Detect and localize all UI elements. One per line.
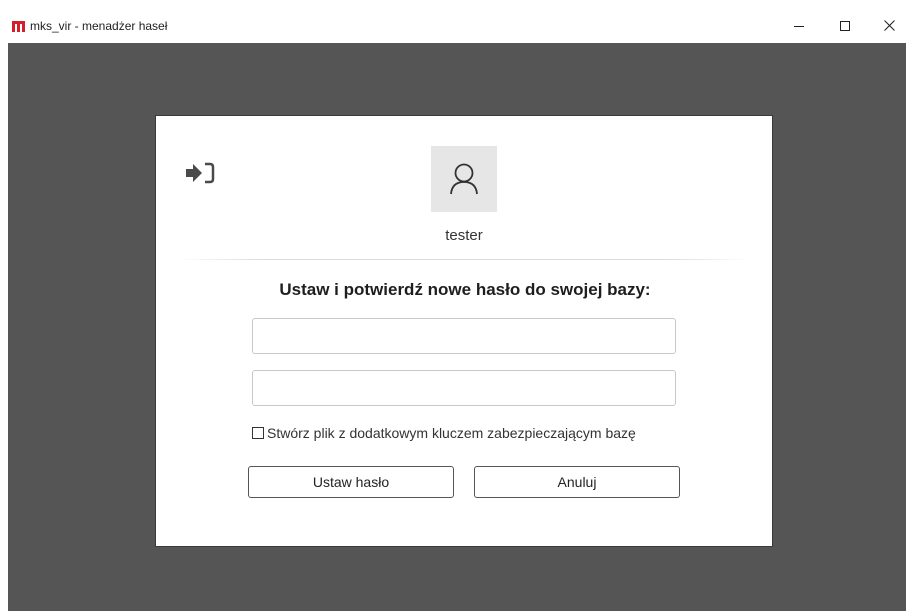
set-password-dialog: tester Ustaw i potwierdź nowe hasło do s… — [155, 115, 773, 547]
keyfile-option[interactable]: Stwórz plik z dodatkowym kluczem zabezpi… — [252, 424, 636, 442]
keyfile-checkbox[interactable] — [252, 427, 264, 439]
confirm-password-input[interactable] — [252, 370, 676, 406]
set-password-button[interactable]: Ustaw hasło — [248, 466, 454, 498]
cancel-button[interactable]: Anuluj — [474, 466, 680, 498]
maximize-icon — [840, 20, 850, 31]
maximize-button[interactable] — [822, 10, 868, 41]
username-label: tester — [445, 227, 483, 244]
minimize-icon — [794, 25, 804, 27]
new-password-input[interactable] — [252, 318, 676, 354]
title-bar[interactable]: mks_vir - menadżer haseł — [8, 10, 906, 43]
user-icon — [450, 163, 478, 195]
close-icon — [883, 20, 895, 31]
app-window: mks_vir - menadżer haseł tester Ustaw i … — [8, 10, 906, 611]
minimize-button[interactable] — [776, 10, 822, 41]
keyfile-checkbox-label[interactable]: Stwórz plik z dodatkowym kluczem zabezpi… — [267, 425, 636, 441]
divider — [176, 259, 752, 260]
avatar — [431, 146, 497, 212]
sign-in-icon — [186, 162, 215, 184]
dialog-heading: Ustaw i potwierdź nowe hasło do swojej b… — [279, 280, 651, 299]
window-client-area: tester Ustaw i potwierdź nowe hasło do s… — [8, 43, 906, 611]
close-button[interactable] — [866, 10, 906, 41]
window-title: mks_vir - menadżer haseł — [30, 19, 168, 33]
mks-logo-icon — [12, 21, 25, 32]
